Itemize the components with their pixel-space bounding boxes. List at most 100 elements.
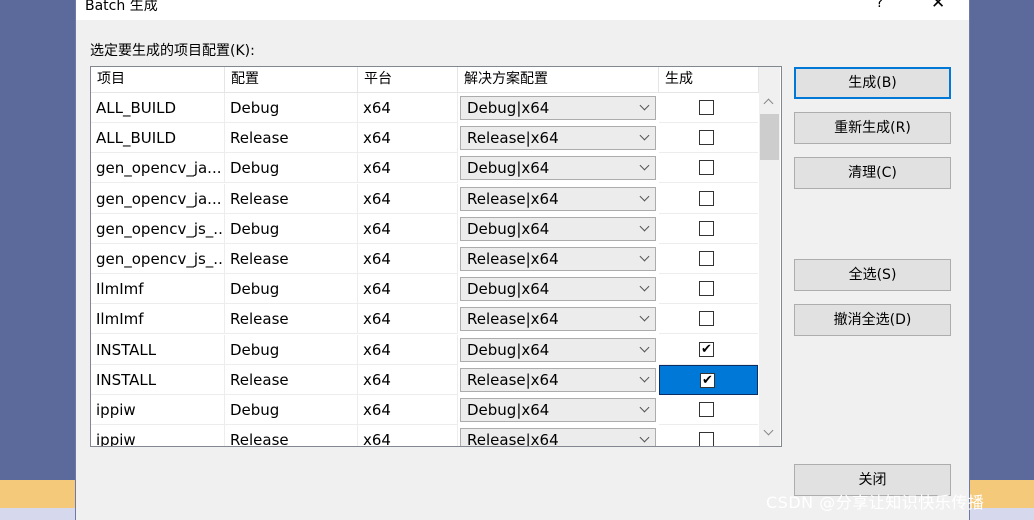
chevron-down-icon[interactable] xyxy=(639,100,650,111)
scroll-down-icon[interactable] xyxy=(763,425,774,436)
solution-config-dropdown[interactable]: Debug|x64 xyxy=(460,398,656,422)
config-cell: Debug xyxy=(225,395,358,425)
build-checkbox[interactable] xyxy=(699,281,714,297)
build-cell[interactable] xyxy=(659,184,758,214)
build-button[interactable]: 生成(B) xyxy=(794,67,951,99)
build-checkbox[interactable] xyxy=(699,190,714,206)
build-cell[interactable] xyxy=(659,153,758,184)
column-header-config[interactable]: 配置 xyxy=(225,67,358,92)
solution-config-dropdown[interactable]: Debug|x64 xyxy=(460,216,656,241)
solution-config-dropdown[interactable]: Debug|x64 xyxy=(460,96,656,120)
build-checkbox[interactable] xyxy=(699,432,714,446)
table-row[interactable]: IlmImf Debug x64 Debug|x64 xyxy=(91,274,759,305)
project-cell: gen_opencv_ja... xyxy=(91,183,225,214)
build-checkbox[interactable] xyxy=(699,130,714,146)
project-cell: gen_opencv_ja... xyxy=(91,153,225,184)
build-checkbox[interactable] xyxy=(699,311,714,327)
build-cell[interactable] xyxy=(659,425,758,446)
grid-header: 项目 配置 平台 解决方案配置 生成 xyxy=(91,67,759,93)
scroll-thumb[interactable] xyxy=(760,114,779,160)
chevron-down-icon[interactable] xyxy=(639,342,650,353)
chevron-down-icon[interactable] xyxy=(639,372,650,383)
table-row[interactable]: gen_opencv_js_... Release x64 Release|x64 xyxy=(91,244,759,274)
solution-config-dropdown[interactable]: Release|x64 xyxy=(460,247,656,271)
help-button[interactable]: ? xyxy=(876,0,883,11)
build-checkbox[interactable] xyxy=(699,220,714,236)
table-row[interactable]: INSTALL Debug x64 Debug|x64 ✔ xyxy=(91,334,759,365)
solution-config-dropdown[interactable]: Release|x64 xyxy=(460,186,656,211)
column-header-solution-config[interactable]: 解决方案配置 xyxy=(458,67,659,92)
build-checkbox[interactable] xyxy=(699,100,714,115)
chevron-down-icon[interactable] xyxy=(639,281,650,292)
table-row[interactable]: IlmImf Release x64 Release|x64 xyxy=(91,304,759,335)
solution-config-dropdown[interactable]: Release|x64 xyxy=(460,367,656,392)
build-cell[interactable] xyxy=(659,274,758,305)
build-cell[interactable]: ✔ xyxy=(659,364,758,395)
solution-config-value: Release|x64 xyxy=(467,310,559,329)
clean-button[interactable]: 清理(C) xyxy=(794,157,951,189)
build-cell[interactable]: ✔ xyxy=(659,335,758,365)
build-checkbox[interactable]: ✔ xyxy=(699,341,714,357)
solution-config-value: Debug|x64 xyxy=(467,219,550,238)
select-all-button[interactable]: 全选(S) xyxy=(794,259,951,291)
rebuild-button[interactable]: 重新生成(R) xyxy=(794,112,951,144)
project-cell: INSTALL xyxy=(91,334,225,365)
project-cell: IlmImf xyxy=(91,304,225,335)
platform-cell: x64 xyxy=(358,213,458,244)
chevron-down-icon[interactable] xyxy=(639,402,650,413)
table-row[interactable]: ALL_BUILD Release x64 Release|x64 xyxy=(91,123,759,154)
config-cell: Debug xyxy=(225,93,358,123)
chevron-down-icon[interactable] xyxy=(639,251,650,262)
table-row[interactable]: ALL_BUILD Debug x64 Debug|x64 xyxy=(91,93,759,123)
build-cell[interactable] xyxy=(659,244,758,274)
project-cell: INSTALL xyxy=(91,364,225,395)
solution-config-dropdown[interactable]: Debug|x64 xyxy=(460,277,656,302)
config-cell: Release xyxy=(225,183,358,214)
build-checkbox[interactable] xyxy=(699,251,714,266)
build-cell[interactable] xyxy=(659,304,758,335)
solution-config-dropdown[interactable]: Debug|x64 xyxy=(460,337,656,362)
table-row[interactable]: ippiw Debug x64 Debug|x64 xyxy=(91,395,759,425)
project-cell: gen_opencv_js_... xyxy=(91,213,225,244)
column-header-project[interactable]: 项目 xyxy=(91,67,225,92)
solution-config-value: Release|x64 xyxy=(467,189,559,208)
chevron-down-icon[interactable] xyxy=(639,311,650,322)
build-cell[interactable] xyxy=(659,395,758,425)
table-row[interactable]: gen_opencv_js_... Debug x64 Debug|x64 xyxy=(91,213,759,244)
column-header-platform[interactable]: 平台 xyxy=(358,67,458,92)
platform-cell: x64 xyxy=(358,425,458,446)
close-icon[interactable]: ✕ xyxy=(931,0,945,13)
project-cell: gen_opencv_js_... xyxy=(91,244,225,274)
build-cell[interactable] xyxy=(659,93,758,123)
chevron-down-icon[interactable] xyxy=(639,130,650,141)
table-row[interactable]: INSTALL Release x64 Release|x64 ✔ xyxy=(91,364,759,395)
table-row[interactable]: ippiw Release x64 Release|x64 xyxy=(91,425,759,447)
build-cell[interactable] xyxy=(659,214,758,244)
chevron-down-icon[interactable] xyxy=(639,160,650,171)
config-cell: Debug xyxy=(225,334,358,365)
table-row[interactable]: gen_opencv_ja... Debug x64 Debug|x64 xyxy=(91,153,759,184)
solution-config-dropdown[interactable]: Debug|x64 xyxy=(460,156,656,181)
deselect-all-button[interactable]: 撤消全选(D) xyxy=(794,304,951,336)
table-row[interactable]: gen_opencv_ja... Release x64 Release|x64 xyxy=(91,183,759,214)
solution-config-value: Release|x64 xyxy=(467,129,559,148)
build-checkbox[interactable] xyxy=(699,160,714,176)
platform-cell: x64 xyxy=(358,244,458,274)
scroll-up-icon[interactable] xyxy=(763,98,774,109)
chevron-down-icon[interactable] xyxy=(639,191,650,202)
solution-config-dropdown[interactable]: Release|x64 xyxy=(460,307,656,332)
column-header-build[interactable]: 生成 xyxy=(659,67,759,92)
vertical-scrollbar[interactable] xyxy=(759,67,780,446)
solution-config-dropdown[interactable]: Release|x64 xyxy=(460,126,656,151)
build-cell[interactable] xyxy=(659,123,758,154)
config-cell: Debug xyxy=(225,274,358,305)
build-checkbox[interactable]: ✔ xyxy=(700,372,715,388)
config-cell: Release xyxy=(225,364,358,395)
solution-config-dropdown[interactable]: Release|x64 xyxy=(460,428,656,447)
chevron-down-icon[interactable] xyxy=(639,432,650,443)
platform-cell: x64 xyxy=(358,153,458,184)
build-checkbox[interactable] xyxy=(699,402,714,417)
config-cell: Release xyxy=(225,244,358,274)
chevron-down-icon[interactable] xyxy=(639,221,650,232)
solution-config-value: Release|x64 xyxy=(467,431,559,447)
